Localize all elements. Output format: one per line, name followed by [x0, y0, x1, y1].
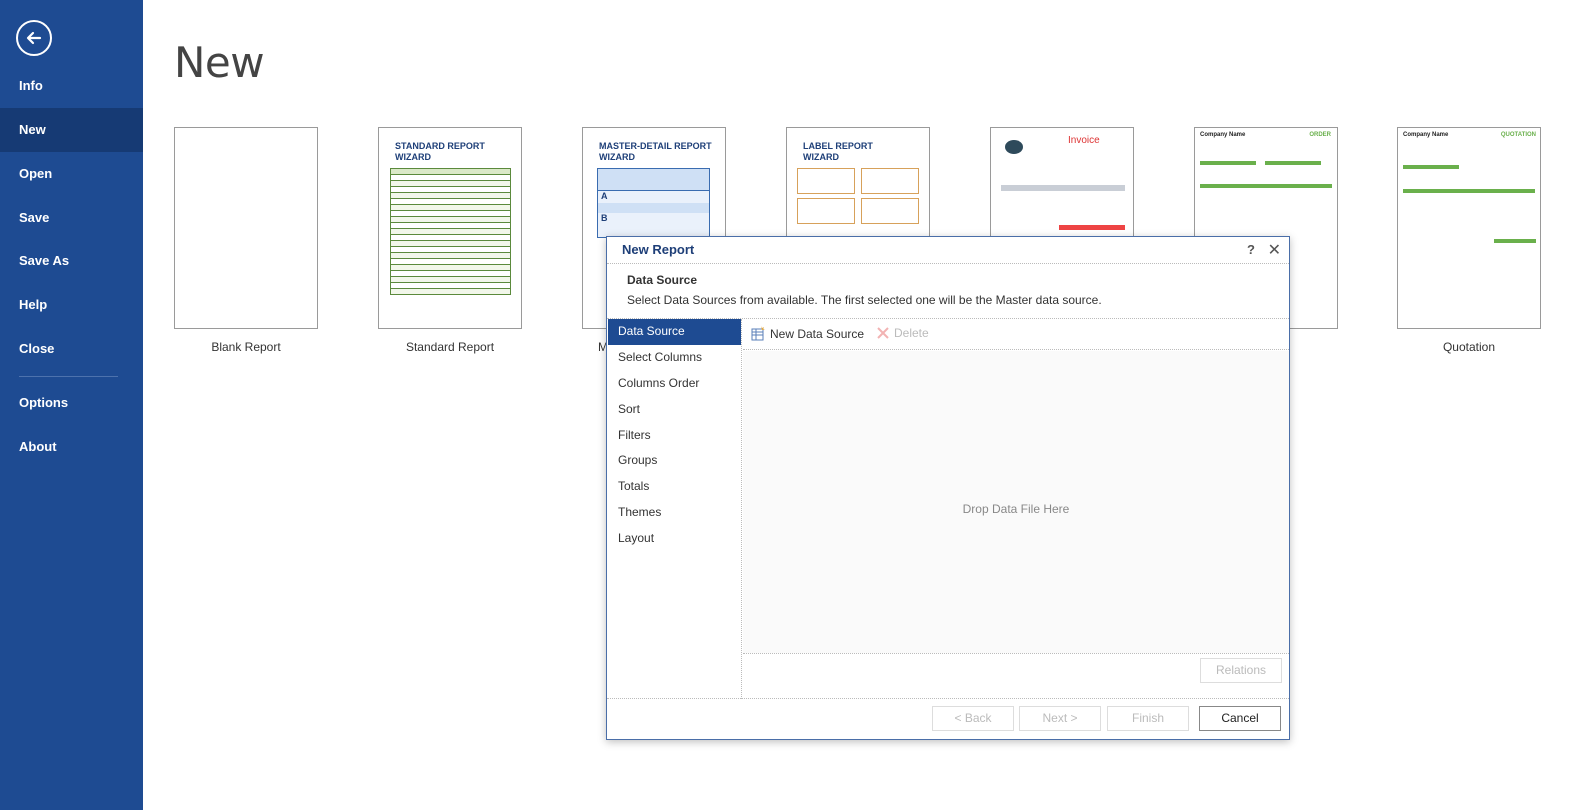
delete-label: Delete: [894, 326, 929, 340]
thumbnail-title: Company Name: [1403, 132, 1449, 138]
thumbnail-title: Company Name: [1200, 132, 1246, 138]
template-thumbnail[interactable]: [174, 127, 318, 329]
delete-button[interactable]: Delete: [876, 326, 929, 340]
close-icon[interactable]: ✕: [1268, 240, 1281, 260]
sidebar-divider: [19, 376, 118, 377]
label-card: [797, 198, 855, 224]
thumbnail-table: A B: [597, 168, 710, 238]
data-source-toolbar: New Data Source Delete: [743, 320, 1289, 350]
dialog-title: New Report: [622, 242, 695, 257]
label-card: [797, 168, 855, 194]
section-description: Select Data Sources from available. The …: [627, 293, 1102, 307]
thumbnail-table: [390, 168, 511, 295]
thumbnail-title: Invoice: [1068, 135, 1100, 146]
sidebar-item-help[interactable]: Help: [0, 283, 143, 327]
section-title: Data Source: [627, 273, 698, 287]
thumbnail-title: MASTER-DETAIL REPORT WIZARD: [599, 141, 712, 162]
step-filters[interactable]: Filters: [608, 423, 741, 449]
sidebar-item-close[interactable]: Close: [0, 327, 143, 371]
label-card: [861, 198, 919, 224]
template-standard-report[interactable]: STANDARD REPORT WIZARD Standard Report: [378, 127, 522, 354]
back-button[interactable]: < Back: [932, 706, 1014, 731]
step-data-source[interactable]: Data Source: [608, 319, 741, 345]
sidebar-item-save[interactable]: Save: [0, 196, 143, 240]
drop-zone-text: Drop Data File Here: [962, 502, 1070, 516]
template-label: Quotation: [1442, 340, 1496, 354]
step-groups[interactable]: Groups: [608, 448, 741, 474]
thumbnail-tag: QUOTATION: [1500, 132, 1536, 138]
sidebar-item-save-as[interactable]: Save As: [0, 239, 143, 283]
wizard-steps: Data Source Select Columns Columns Order…: [608, 319, 742, 699]
template-label: Standard Report: [405, 340, 495, 354]
back-arrow-icon[interactable]: [16, 20, 52, 56]
divider: [607, 698, 1289, 699]
step-columns-order[interactable]: Columns Order: [608, 371, 741, 397]
template-thumbnail[interactable]: STANDARD REPORT WIZARD: [378, 127, 522, 329]
new-data-source-icon: [751, 326, 765, 341]
template-label: Blank Report: [211, 340, 281, 354]
thumbnail-title: LABEL REPORT WIZARD: [803, 141, 873, 162]
cancel-button[interactable]: Cancel: [1199, 706, 1281, 731]
relations-area: Relations: [743, 653, 1289, 698]
template-blank-report[interactable]: Blank Report: [174, 127, 318, 354]
thumbnail-tag: ORDER: [1309, 132, 1331, 138]
sidebar: Info New Open Save Save As Help Close Op…: [0, 0, 143, 810]
new-report-dialog: New Report ? ✕ Data Source Select Data S…: [606, 236, 1290, 740]
new-data-source-button[interactable]: New Data Source: [750, 326, 864, 342]
sidebar-item-options[interactable]: Options: [0, 381, 143, 425]
next-button[interactable]: Next >: [1019, 706, 1101, 731]
thumbnail-title: STANDARD REPORT WIZARD: [395, 141, 485, 162]
finish-button[interactable]: Finish: [1107, 706, 1189, 731]
help-icon[interactable]: ?: [1247, 242, 1255, 257]
step-totals[interactable]: Totals: [608, 474, 741, 500]
step-layout[interactable]: Layout: [608, 526, 741, 552]
template-quotation[interactable]: Company Name QUOTATION Quotation: [1397, 127, 1541, 354]
step-sort[interactable]: Sort: [608, 397, 741, 423]
sidebar-item-info[interactable]: Info: [0, 64, 143, 108]
step-select-columns[interactable]: Select Columns: [608, 345, 741, 371]
sidebar-item-new[interactable]: New: [0, 108, 143, 152]
logo-icon: [1005, 140, 1023, 154]
template-thumbnail[interactable]: Company Name QUOTATION: [1397, 127, 1541, 329]
app-window: Info New Open Save Save As Help Close Op…: [0, 0, 1578, 810]
divider: [607, 263, 1289, 264]
label-card: [861, 168, 919, 194]
new-data-source-label: New Data Source: [770, 327, 865, 341]
sidebar-item-about[interactable]: About: [0, 425, 143, 469]
delete-icon: [877, 327, 889, 339]
step-themes[interactable]: Themes: [608, 500, 741, 526]
page-title: New: [174, 38, 265, 87]
drop-zone[interactable]: Drop Data File Here: [743, 351, 1289, 653]
relations-button[interactable]: Relations: [1200, 658, 1282, 683]
sidebar-item-open[interactable]: Open: [0, 152, 143, 196]
